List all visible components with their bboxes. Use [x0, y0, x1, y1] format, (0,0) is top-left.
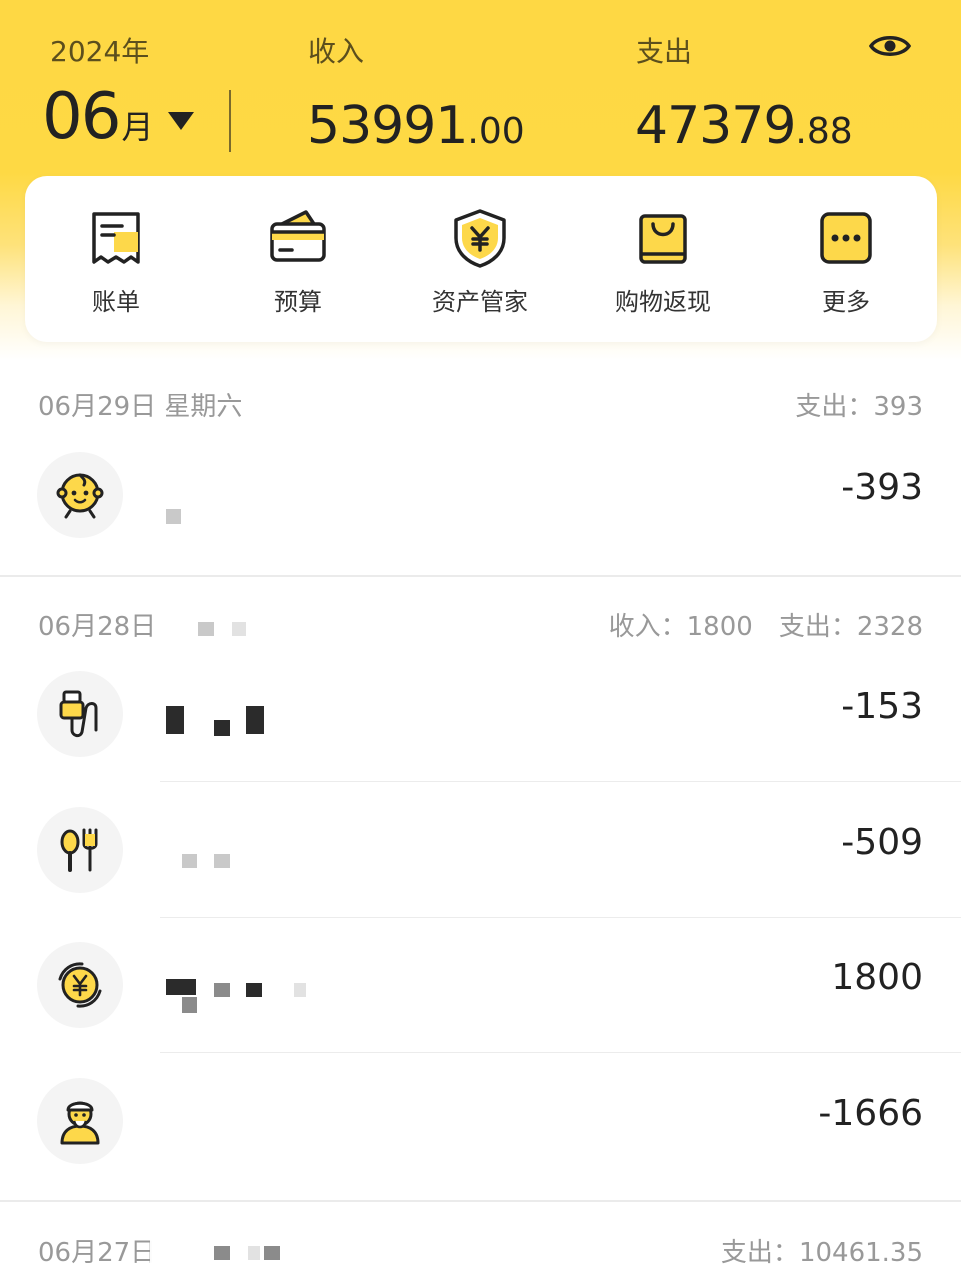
category-icon-wrap: [37, 671, 123, 757]
usb-charger-icon: [59, 690, 98, 738]
transaction-row[interactable]: -153: [0, 646, 961, 782]
redacted-label: [214, 983, 230, 997]
spoon-fork-icon: [60, 828, 98, 872]
eye-icon[interactable]: [868, 28, 912, 64]
header-divider: [229, 90, 231, 152]
yen-exchange-icon: [58, 962, 102, 1008]
toolbar-bill[interactable]: 账单: [41, 206, 191, 317]
toolbar-card: 账单 预算 资产管家 购物返现 更多: [25, 176, 937, 342]
redacted-label: [182, 854, 197, 868]
redacted-label: [232, 622, 246, 636]
category-icon-wrap: [37, 942, 123, 1028]
wallet-icon: [270, 210, 326, 262]
transaction-amount: -509: [841, 822, 923, 863]
transaction-amount: -1666: [818, 1093, 923, 1134]
date-header-0629: 06月29日 星期六 支出：393: [0, 372, 961, 432]
redacted-label: [198, 622, 214, 636]
transaction-row[interactable]: -509: [0, 782, 961, 918]
income-label: 收入: [308, 35, 365, 68]
transaction-amount: -153: [841, 686, 923, 727]
date-header-0627: 06月27日 支出：10461.35: [0, 1218, 961, 1278]
section-divider: [0, 575, 961, 577]
transaction-amount: 1800: [831, 957, 923, 998]
toolbar-budget[interactable]: 预算: [223, 206, 373, 317]
redacted-label: [294, 983, 306, 997]
redacted-label: [166, 979, 196, 995]
transaction-row[interactable]: -393: [0, 427, 961, 563]
toolbar-more[interactable]: 更多: [771, 206, 921, 317]
month-number: 06: [42, 80, 121, 154]
transaction-row[interactable]: 1800: [0, 917, 961, 1053]
date-label: 06月28日: [38, 612, 157, 642]
yen-shield-icon: [454, 209, 506, 268]
redacted-label: [182, 997, 197, 1013]
month-unit: 月: [121, 108, 154, 146]
shopping-bag-icon: [639, 214, 687, 264]
expense-total: 47379.88: [635, 96, 853, 156]
redacted-label: [166, 706, 184, 734]
redacted-label: [264, 1246, 280, 1260]
category-icon-wrap: [37, 1078, 123, 1164]
bill-icon: [92, 212, 140, 264]
redacted-label: [166, 509, 181, 524]
redacted-label: [246, 983, 262, 997]
year-label[interactable]: 2024年: [50, 30, 149, 70]
transaction-amount: -393: [841, 467, 923, 508]
baby-face-icon: [56, 473, 104, 519]
date-label: 06月29日 星期六: [38, 392, 243, 422]
date-label: 06月27日: [38, 1238, 157, 1268]
redacted-label: [248, 1246, 260, 1260]
section-divider: [0, 1200, 961, 1202]
redacted-label: [214, 854, 230, 868]
expense-label: 支出: [636, 35, 693, 68]
day-summary: 支出：10461.35: [720, 1238, 923, 1268]
redacted-label: [246, 706, 264, 734]
category-icon-wrap: [37, 807, 123, 893]
caret-down-icon[interactable]: [168, 112, 194, 130]
redacted-label: [214, 1246, 230, 1260]
month-selector[interactable]: 06月: [42, 80, 153, 154]
redacted-label: [214, 720, 230, 736]
category-icon-wrap: [37, 452, 123, 538]
toolbar-asset-manager[interactable]: 资产管家: [405, 206, 555, 317]
day-summary: 支出：393: [795, 392, 923, 422]
toolbar-shopping-cashback[interactable]: 购物返现: [588, 206, 738, 317]
elder-person-icon: [60, 1101, 100, 1145]
income-total: 53991.00: [307, 96, 525, 156]
date-header-0628: 06月28日 收入：1800 支出：2328: [0, 592, 961, 652]
day-summary: 收入：1800 支出：2328: [608, 612, 923, 642]
transaction-row[interactable]: -1666: [0, 1053, 961, 1189]
more-icon: [820, 212, 872, 264]
